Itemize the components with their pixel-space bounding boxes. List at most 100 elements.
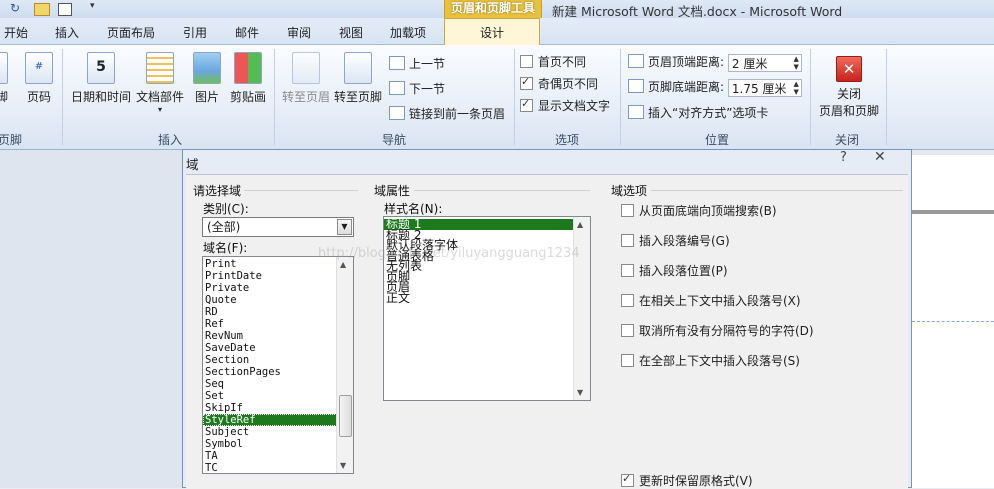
field-name-item[interactable]: Section	[203, 354, 353, 366]
field-name-item[interactable]: StyleRef	[203, 414, 353, 426]
tab-design[interactable]: 设计	[444, 18, 540, 45]
checkbox-icon	[520, 97, 533, 112]
quick-part-icon[interactable]	[34, 3, 50, 16]
field-name-item[interactable]: SkipIf	[203, 402, 353, 414]
link-to-previous-button[interactable]: 链接到前一条页眉	[389, 105, 505, 122]
quick-parts-button[interactable]: 文档部件 ▾	[134, 52, 186, 114]
different-odd-even-checkbox[interactable]: 奇偶页不同	[520, 75, 598, 92]
group-label-close: 关闭	[835, 133, 860, 147]
document-background	[0, 150, 182, 488]
field-name-item[interactable]: Symbol	[203, 438, 353, 450]
watermark-text: http://blog.csdn.net/yiluyangguang1234	[318, 246, 580, 261]
section-divider	[414, 190, 590, 191]
preserve-format-checkbox[interactable]: 更新时保留原格式(V)	[621, 472, 753, 489]
field-name-item[interactable]: Ref	[203, 318, 353, 330]
insert-alignment-tab-button[interactable]: 插入“对齐方式”选项卡	[628, 104, 768, 121]
footer-icon	[0, 52, 8, 84]
scroll-down-icon[interactable]: ▼	[340, 461, 346, 470]
calendar-icon: 5	[87, 52, 115, 84]
group-divider	[620, 49, 621, 145]
checkbox-icon	[520, 75, 533, 90]
group-label-navigation: 导航	[382, 133, 407, 147]
field-name-item[interactable]: Seq	[203, 378, 353, 390]
help-icon[interactable]: ?	[840, 150, 847, 165]
header-distance-spinner[interactable]: 2 厘米 ▲ ▼	[727, 53, 802, 72]
style-name-item[interactable]: 页眉	[384, 281, 590, 292]
field-name-item[interactable]: RevNum	[203, 330, 353, 342]
table-icon[interactable]	[58, 3, 72, 16]
tab-home[interactable]: 开始	[4, 24, 28, 41]
relative-context-number-checkbox[interactable]: 在相关上下文中插入段落号(X)	[621, 292, 801, 309]
spinner-arrows-icon[interactable]: ▲ ▼	[793, 55, 798, 71]
footer-distance-spinner[interactable]: 1.75 厘米 ▲ ▼	[727, 78, 802, 97]
style-name-item[interactable]: 页脚	[384, 271, 590, 282]
group-divider	[274, 49, 275, 145]
picture-button[interactable]: 图片	[190, 52, 224, 105]
tab-mailings[interactable]: 邮件	[235, 24, 259, 41]
style-name-item[interactable]: 无列表	[384, 260, 590, 271]
clipart-button[interactable]: 剪贴画	[228, 52, 268, 105]
field-name-item[interactable]: Subject	[203, 426, 353, 438]
field-name-item[interactable]: TA	[203, 450, 353, 462]
field-names-list[interactable]: Print PrintDate Private Quote RD Ref RevNum Sav…	[202, 256, 354, 474]
checkbox-icon	[520, 55, 533, 68]
field-name-item[interactable]: Private	[203, 282, 353, 294]
field-name-item[interactable]: RD	[203, 306, 353, 318]
previous-section-button[interactable]: 上一节	[389, 55, 445, 72]
style-list-scrollbar[interactable]: ▲ ▼	[573, 217, 590, 400]
customize-qat-icon[interactable]: ▾	[90, 1, 95, 11]
tab-page-layout[interactable]: 页面布局	[107, 24, 155, 41]
group-divider	[514, 49, 515, 145]
field-name-item[interactable]: Quote	[203, 294, 353, 306]
field-options-heading: 域选项	[611, 184, 648, 198]
field-name-item[interactable]: TC	[203, 462, 353, 473]
style-name-item[interactable]: 正文	[384, 292, 590, 303]
tab-view[interactable]: 视图	[339, 24, 363, 41]
category-label: 类别(C):	[203, 202, 249, 216]
section-divider	[244, 190, 358, 191]
dialog-title: 域	[186, 157, 199, 172]
search-bottom-to-top-checkbox[interactable]: 从页面底端向顶端搜索(B)	[621, 202, 777, 219]
group-label-position: 位置	[705, 133, 730, 147]
goto-header-button[interactable]: 转至页眉	[280, 52, 332, 105]
scroll-thumb[interactable]	[339, 395, 352, 437]
tab-insert[interactable]: 插入	[55, 24, 79, 41]
insert-paragraph-position-checkbox[interactable]: 插入段落位置(P)	[621, 262, 728, 279]
footer-button[interactable]: 脚	[0, 52, 12, 105]
style-name-label: 样式名(N):	[384, 202, 443, 216]
close-icon[interactable]: ✕	[874, 149, 886, 165]
category-select[interactable]: (全部)	[202, 217, 354, 237]
close-icon: ✕	[836, 56, 862, 82]
page-number-button[interactable]: # 页码	[22, 52, 56, 105]
field-list-scrollbar[interactable]: ▲ ▼	[336, 257, 353, 473]
date-time-button[interactable]: 5 日期和时间	[70, 52, 132, 105]
close-header-footer-button[interactable]: ✕ 关闭 页眉和页脚	[814, 56, 884, 119]
chevron-down-icon[interactable]: ▼	[337, 219, 352, 235]
field-name-item[interactable]: PrintDate	[203, 270, 353, 282]
scroll-up-icon[interactable]: ▲	[577, 220, 583, 229]
group-label-options: 选项	[555, 133, 580, 147]
tab-addins[interactable]: 加载项	[390, 24, 426, 41]
full-context-number-checkbox[interactable]: 在全部上下文中插入段落号(S)	[621, 352, 800, 369]
different-first-page-checkbox[interactable]: 首页不同	[520, 53, 586, 70]
next-section-icon	[389, 81, 405, 95]
show-document-text-checkbox[interactable]: 显示文档文字	[520, 97, 610, 114]
tab-review[interactable]: 审阅	[287, 24, 311, 41]
suppress-non-delimiter-checkbox[interactable]: 取消所有没有分隔符号的字符(D)	[621, 322, 814, 339]
footer-distance-icon	[628, 79, 644, 93]
field-name-item[interactable]: Set	[203, 390, 353, 402]
tab-references[interactable]: 引用	[183, 24, 207, 41]
choose-field-heading: 请选择域	[193, 184, 242, 198]
field-name-item[interactable]: SectionPages	[203, 366, 353, 378]
insert-paragraph-number-checkbox[interactable]: 插入段落编号(G)	[621, 232, 730, 249]
goto-header-icon	[292, 52, 320, 84]
checkbox-icon	[621, 324, 634, 337]
field-name-item[interactable]: SaveDate	[203, 342, 353, 354]
goto-footer-button[interactable]: 转至页脚	[332, 52, 384, 105]
style-names-list[interactable]: 标题 1 标题 2 默认段落字体 普通表格 无列表 页脚 页眉 正文 ▲ ▼	[383, 216, 591, 401]
next-section-button[interactable]: 下一节	[389, 80, 445, 97]
spinner-arrows-icon[interactable]: ▲ ▼	[793, 80, 798, 96]
scroll-down-icon[interactable]: ▼	[577, 388, 583, 397]
redo-icon[interactable]: ↻	[10, 1, 20, 15]
scroll-up-icon[interactable]: ▲	[340, 260, 346, 269]
